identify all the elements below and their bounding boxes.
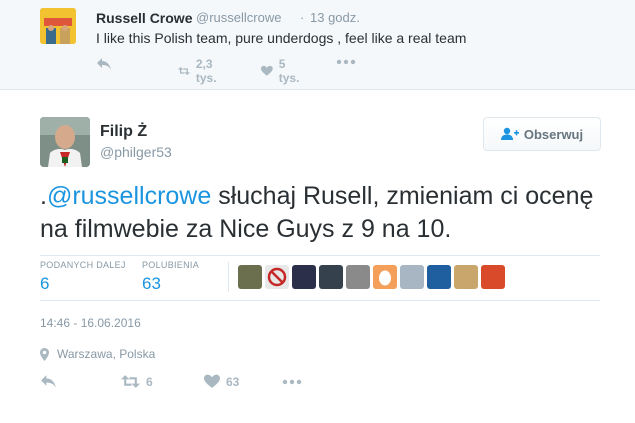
author-handle[interactable]: @philger53 [100,144,172,160]
liker-avatar[interactable] [427,265,451,289]
retweet-button[interactable]: 2,3 tys. [178,57,223,85]
heart-icon [204,374,220,388]
separator-dot: · [300,10,305,25]
like-button[interactable]: 63 [204,374,239,389]
liker-avatar[interactable] [400,265,424,289]
follow-label: Obserwuj [523,126,584,142]
liker-avatar[interactable] [346,265,370,289]
avatar-image [40,117,90,167]
avatar[interactable] [40,117,90,167]
author-name[interactable]: Russell Crowe [96,10,192,26]
more-button[interactable] [282,379,302,385]
tweet-time[interactable]: 13 godz. [310,10,360,25]
retweet-icon [178,67,190,75]
like-count: 63 [226,374,240,389]
retweet-button[interactable]: 6 [121,374,153,389]
location-pin-icon [40,347,49,361]
retweet-icon [121,375,140,388]
tweet-text: I like this Polish team, pure underdogs … [96,30,467,46]
tweet-timestamp[interactable]: 14:46 - 16.06.2016 [40,316,141,330]
avatar-image [40,8,76,44]
more-button[interactable] [336,59,356,65]
retweet-count: 2,3 tys. [195,57,217,85]
reply-icon [41,375,56,388]
heart-icon [261,65,273,76]
follow-user-icon [500,127,519,140]
mention-link[interactable]: @russellcrowe [47,182,211,210]
author-name[interactable]: Filip Ż [100,123,147,141]
retweets-label: PODANYCH DALEJ [40,260,126,270]
more-icon [282,379,302,385]
liker-avatar[interactable] [373,265,397,289]
liker-avatar[interactable] [454,265,478,289]
divider [40,255,600,256]
egg-icon [379,270,391,286]
likes-value: 63 [142,274,161,293]
author-handle[interactable]: @russellcrowe [196,10,281,25]
divider [228,262,229,292]
no-sign-icon [267,267,287,287]
reply-button[interactable] [96,57,112,71]
like-count: 5 tys. [278,57,300,85]
reply-button[interactable] [40,374,57,389]
divider [40,300,600,301]
avatar[interactable] [40,8,76,44]
liker-avatar[interactable] [481,265,505,289]
likes-label: POLUBIENIA [142,260,200,270]
retweets-value: 6 [40,274,50,293]
reply-icon [97,58,111,70]
follow-button[interactable]: Obserwuj [483,117,601,151]
tweet-text-prefix: . [40,182,47,210]
retweets-stat[interactable]: PODANYCH DALEJ 6 [40,260,126,294]
liker-avatar[interactable] [292,265,316,289]
tweet-text: .@russellcrowe słuchaj Rusell, zmieniam … [40,180,600,246]
likers-avatars [238,265,505,289]
location-text: Warszawa, Polska [57,347,156,361]
liker-avatar[interactable] [319,265,343,289]
like-button[interactable]: 5 tys. [261,57,303,85]
parent-tweet[interactable]: Russell Crowe @russellcrowe · 13 godz. I… [0,0,635,90]
liker-avatar[interactable] [238,265,262,289]
likes-stat[interactable]: POLUBIENIA 63 [142,260,199,294]
retweet-count: 6 [146,374,153,389]
more-icon [336,59,356,65]
liker-avatar[interactable] [265,265,289,289]
tweet-location[interactable]: Warszawa, Polska [40,347,155,361]
